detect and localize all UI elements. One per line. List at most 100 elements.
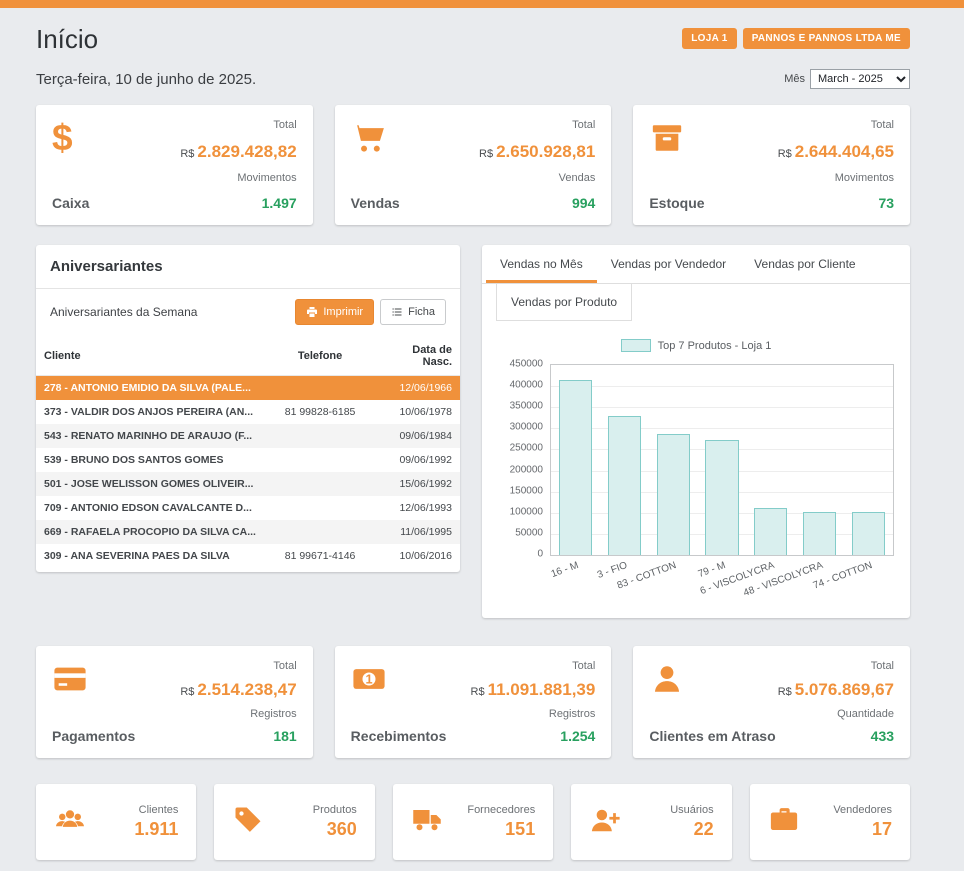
bar-48 - VISCOLYCRA xyxy=(803,512,836,555)
cell-cliente: 373 - VALDIR DOS ANJOS PEREIRA (AN... xyxy=(36,400,265,424)
stat-card-vendas: Vendas Total R$2.650.928,81 Vendas 994 xyxy=(335,105,612,225)
total-amount: R$5.076.869,67 xyxy=(778,680,894,700)
count-value: 73 xyxy=(778,195,894,211)
company-badge[interactable]: PANNOS E PANNOS LTDA ME xyxy=(743,28,910,49)
stat-card-left: Pagamentos xyxy=(52,660,135,744)
birthdays-title: Aniversariantes xyxy=(36,245,460,289)
stat-card-right: Total R$2.829.428,82 Movimentos 1.497 xyxy=(180,119,296,211)
cell-cliente: 278 - ANTONIO EMIDIO DA SILVA (PALE... xyxy=(36,376,265,401)
count-value: 1.254 xyxy=(471,728,596,744)
currency-prefix: R$ xyxy=(479,148,493,160)
tab-vendas-por-cliente[interactable]: Vendas por Cliente xyxy=(740,245,869,283)
currency-prefix: R$ xyxy=(180,148,194,160)
tab-vendas-por-produto[interactable]: Vendas por Produto xyxy=(496,284,632,321)
print-button[interactable]: Imprimir xyxy=(295,299,374,325)
credit-card-icon xyxy=(52,660,135,698)
count-label: Movimentos xyxy=(180,172,296,184)
dashboard-page: Início LOJA 1 PANNOS E PANNOS LTDA ME Te… xyxy=(0,8,964,860)
plot-area xyxy=(550,364,894,556)
cell-nasc: 12/06/1993 xyxy=(375,496,460,520)
stat-card-right: Total R$2.644.404,65 Movimentos 73 xyxy=(778,119,894,211)
stat-card-estoque: Estoque Total R$2.644.404,65 Movimentos … xyxy=(633,105,910,225)
birthday-row[interactable]: 278 - ANTONIO EMIDIO DA SILVA (PALE... 1… xyxy=(36,376,460,401)
birthday-row[interactable]: 501 - JOSE WELISSON GOMES OLIVEIR... 15/… xyxy=(36,472,460,496)
cell-cliente: 501 - JOSE WELISSON GOMES OLIVEIR... xyxy=(36,472,265,496)
y-tick-label: 300000 xyxy=(510,422,543,433)
mini-card-value: 22 xyxy=(670,819,713,840)
cell-nasc: 10/06/1978 xyxy=(375,400,460,424)
total-amount: R$2.650.928,81 xyxy=(479,142,595,162)
cell-nasc: 09/06/1984 xyxy=(375,424,460,448)
count-value: 433 xyxy=(778,728,894,744)
cell-cliente: 539 - BRUNO DOS SANTOS GOMES xyxy=(36,448,265,472)
mini-card-clientes: Clientes 1.911 xyxy=(36,784,196,860)
stat-card-title: Recebimentos xyxy=(351,728,447,744)
sales-chart: Top 7 Produtos - Loja 1 0500001000001500… xyxy=(482,321,910,618)
tab-vendas-no-mês[interactable]: Vendas no Mês xyxy=(486,245,597,283)
tab-vendas-por-vendedor[interactable]: Vendas por Vendedor xyxy=(597,245,740,283)
x-axis: 16 - M3 - FIO83 - COTTON79 - M6 - VISCOL… xyxy=(551,556,894,612)
birthday-row[interactable]: 543 - RENATO MARINHO DE ARAUJO (F... 09/… xyxy=(36,424,460,448)
birthday-row[interactable]: 669 - RAFAELA PROCOPIO DA SILVA CA... 11… xyxy=(36,520,460,544)
birthday-row[interactable]: 709 - ANTONIO EDSON CAVALCANTE D... 12/0… xyxy=(36,496,460,520)
stat-card-right: Total R$5.076.869,67 Quantidade 433 xyxy=(778,660,894,744)
cell-cliente: 669 - RAFAELA PROCOPIO DA SILVA CA... xyxy=(36,520,265,544)
count-value: 994 xyxy=(479,195,595,211)
cell-telefone xyxy=(265,376,375,401)
printer-icon xyxy=(306,306,318,318)
currency-prefix: R$ xyxy=(471,686,485,698)
ficha-button[interactable]: Ficha xyxy=(380,299,446,325)
month-picker: Mês March - 2025 xyxy=(784,69,910,89)
sales-tabs-row2: Vendas por Produto xyxy=(482,284,910,321)
stat-card-left: Estoque xyxy=(649,119,704,211)
stat-card-left: Clientes em Atraso xyxy=(649,660,775,744)
sales-panel: Vendas no MêsVendas por VendedorVendas p… xyxy=(482,245,910,618)
page-header: Início LOJA 1 PANNOS E PANNOS LTDA ME xyxy=(36,24,910,55)
legend-label: Top 7 Produtos - Loja 1 xyxy=(658,340,772,352)
y-tick-label: 100000 xyxy=(510,506,543,517)
cell-telefone xyxy=(265,472,375,496)
cell-cliente: 709 - ANTONIO EDSON CAVALCANTE D... xyxy=(36,496,265,520)
bar-chart: 0500001000001500002000002500003000003500… xyxy=(498,364,894,556)
bar-16 - M xyxy=(559,380,592,555)
birthday-row[interactable]: 309 - ANA SEVERINA PAES DA SILVA 81 9967… xyxy=(36,544,460,568)
tag-icon xyxy=(232,805,264,840)
y-tick-label: 350000 xyxy=(510,401,543,412)
column-header: Cliente xyxy=(36,337,265,376)
stat-card-caixa: $ Caixa Total R$2.829.428,82 Movimentos … xyxy=(36,105,313,225)
mini-card-fornecedores: Fornecedores 151 xyxy=(393,784,553,860)
user-plus-icon xyxy=(589,805,621,840)
birthdays-subtitle: Aniversariantes da Semana xyxy=(50,305,197,319)
middle-row: Aniversariantes Aniversariantes da Seman… xyxy=(36,245,910,618)
total-amount: R$2.829.428,82 xyxy=(180,142,296,162)
bar-slot xyxy=(795,365,844,555)
stat-card-title: Clientes em Atraso xyxy=(649,728,775,744)
mini-card-value: 17 xyxy=(833,819,892,840)
chart-legend: Top 7 Produtos - Loja 1 xyxy=(498,339,894,352)
bar-slot xyxy=(698,365,747,555)
bar-slot xyxy=(746,365,795,555)
birthday-row[interactable]: 539 - BRUNO DOS SANTOS GOMES 09/06/1992 xyxy=(36,448,460,472)
month-select[interactable]: March - 2025 xyxy=(810,69,910,89)
cell-telefone: 81 99828-6185 xyxy=(265,400,375,424)
cell-telefone xyxy=(265,424,375,448)
date-row: Terça-feira, 10 de junho de 2025. Mês Ma… xyxy=(36,69,910,89)
cell-telefone xyxy=(265,520,375,544)
bar-3 - FIO xyxy=(608,416,641,555)
count-label: Registros xyxy=(180,708,296,720)
mini-card-usuarios: Usuários 22 xyxy=(571,784,731,860)
birthdays-table-body: 278 - ANTONIO EMIDIO DA SILVA (PALE... 1… xyxy=(36,376,460,569)
stat-card-title: Caixa xyxy=(52,195,89,211)
total-label: Total xyxy=(180,660,296,672)
mini-card-right: Produtos 360 xyxy=(313,804,357,840)
mini-card-right: Fornecedores 151 xyxy=(467,804,535,840)
y-tick-label: 450000 xyxy=(510,359,543,370)
birthday-row[interactable]: 373 - VALDIR DOS ANJOS PEREIRA (AN... 81… xyxy=(36,400,460,424)
stat-card-left: $ Caixa xyxy=(52,119,89,211)
briefcase-icon xyxy=(768,805,800,840)
top-stat-cards-row: $ Caixa Total R$2.829.428,82 Movimentos … xyxy=(36,105,910,225)
bar-74 - COTTON xyxy=(852,512,885,555)
currency-prefix: R$ xyxy=(778,686,792,698)
store-badge[interactable]: LOJA 1 xyxy=(682,28,736,49)
bar-slot xyxy=(600,365,649,555)
